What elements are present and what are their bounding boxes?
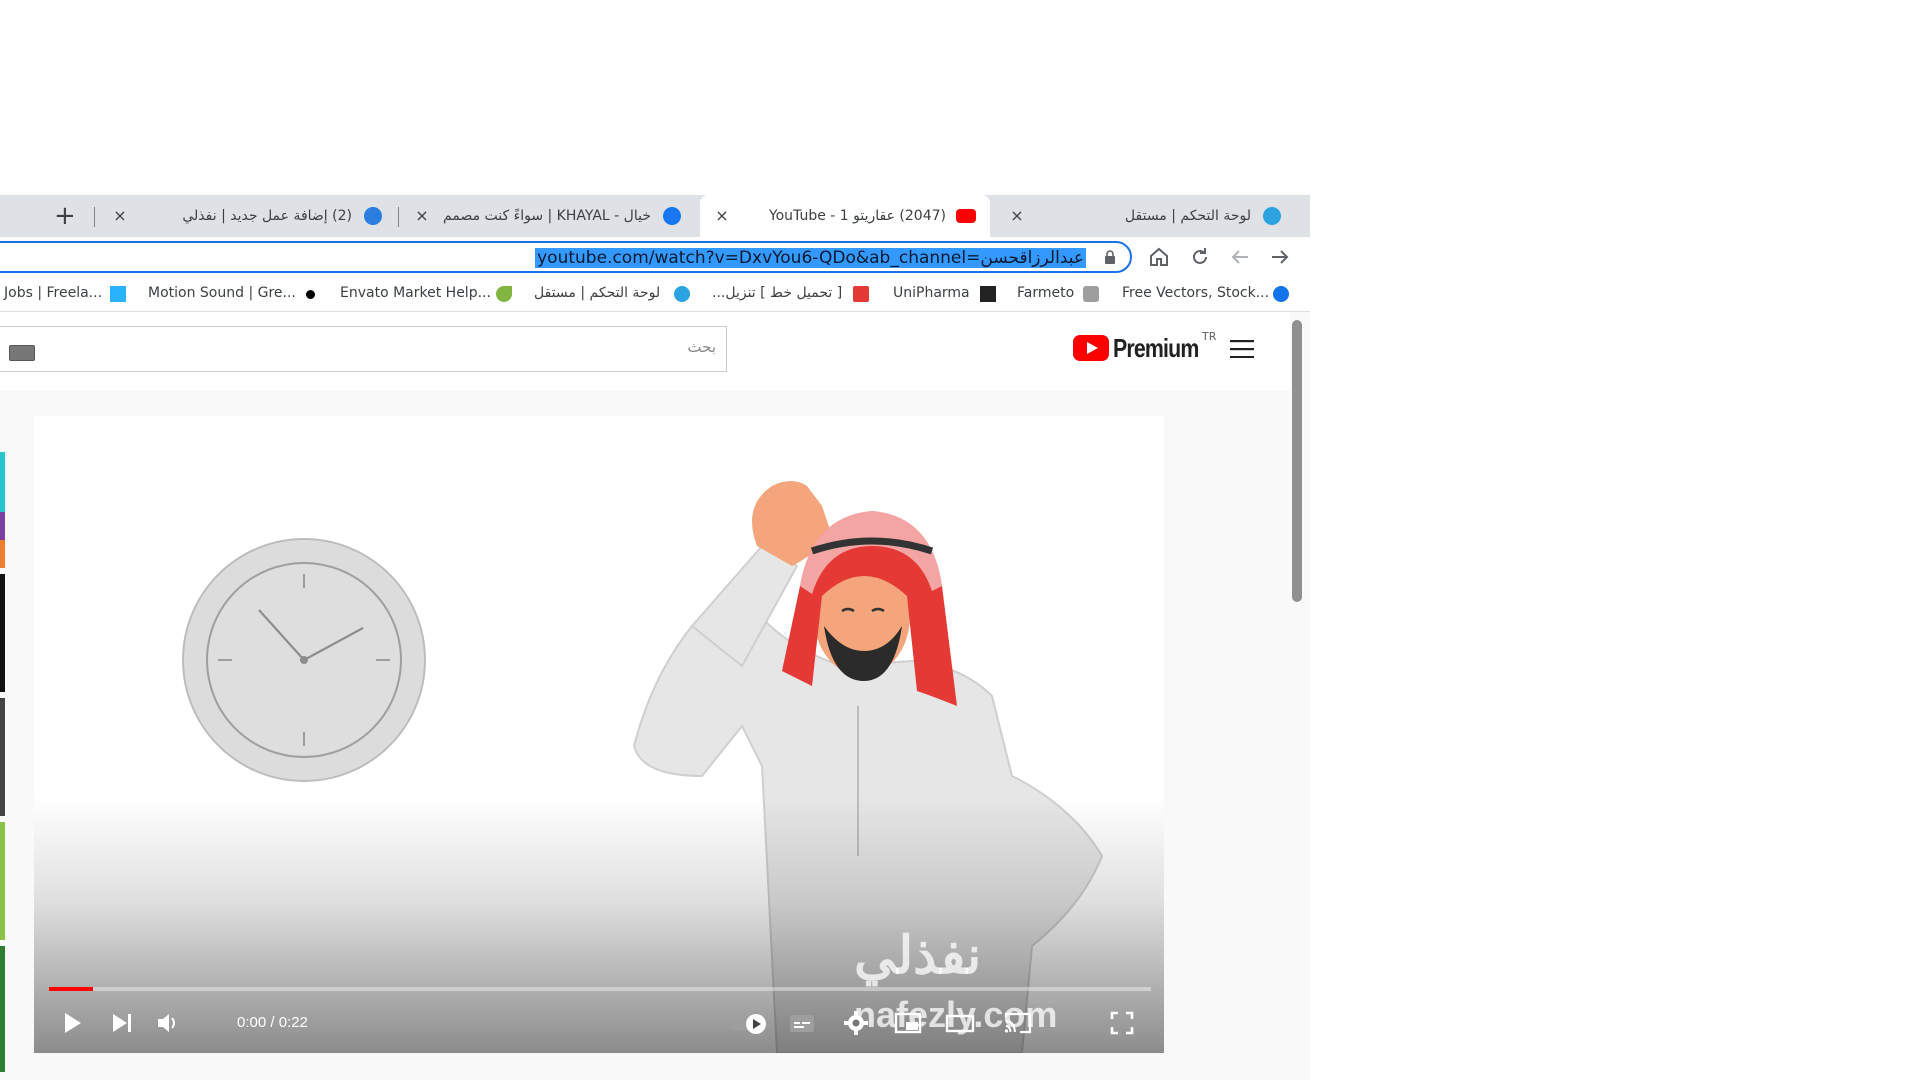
arrow-left-icon[interactable] (1228, 245, 1252, 269)
freepik-icon (1273, 286, 1289, 302)
unipharma-icon (980, 286, 996, 302)
sidebar-edge-strip (0, 452, 5, 1072)
tab-title: خيال - KHAYAL | سواءً كنت مصمم (443, 208, 651, 224)
tab-separator (94, 207, 95, 227)
facebook-icon (663, 207, 681, 225)
tab-separator (398, 207, 399, 227)
keyboard-icon[interactable] (9, 345, 35, 361)
address-bar[interactable]: youtube.com/watch?v=DxvYou6-QDo&ab_chann… (0, 241, 1132, 273)
clock-illustration (182, 538, 426, 782)
youtube-header: بحث Premium TR (0, 312, 1290, 390)
mostaql-icon (674, 286, 690, 302)
farmeto-icon (1083, 286, 1099, 302)
region-code: TR (1202, 330, 1217, 343)
mostaql-icon (1263, 207, 1281, 225)
time-display: 0:00 / 0:22 (237, 1014, 308, 1031)
page-scrollbar[interactable] (1292, 320, 1302, 602)
video-player[interactable]: نفذلي nafezly.com 0:00 / 0:22 (34, 416, 1164, 1053)
close-icon[interactable]: × (412, 206, 432, 226)
bookmark-motion-sound[interactable]: Motion Sound | Gre... (148, 285, 296, 301)
close-icon[interactable]: × (712, 206, 732, 226)
url-text[interactable]: youtube.com/watch?v=DxvYou6-QDo&ab_chann… (535, 248, 1086, 268)
youtube-premium-logo[interactable]: Premium (1073, 332, 1217, 364)
nafezly-icon (364, 207, 382, 225)
bookmarks-bar: Free Vectors, Stock... Farmeto UniPharma… (0, 277, 1310, 312)
bookmark-freelancer[interactable]: Jobs | Freela... (4, 285, 102, 301)
watermark-arabic: نفذلي (854, 927, 982, 985)
envato-icon (496, 286, 512, 302)
fullscreen-icon[interactable] (1106, 1007, 1138, 1039)
bookmark-envato[interactable]: Envato Market Help... (340, 285, 491, 301)
tab-facebook-khayal[interactable]: خيال - KHAYAL | سواءً كنت مصمم × (400, 195, 695, 237)
home-icon[interactable] (1147, 245, 1171, 269)
youtube-play-logo-icon (1073, 335, 1109, 361)
search-input[interactable]: بحث (0, 326, 727, 372)
autoplay-toggle-icon[interactable] (726, 1007, 772, 1039)
close-icon[interactable]: × (110, 206, 130, 226)
bookmark-font[interactable]: [ تحميل خط ] تنزيل... (712, 285, 842, 301)
logo-text: Premium (1113, 332, 1199, 363)
tab-title: (2) إضافة عمل جديد | نفذلي (182, 208, 352, 224)
bookmark-farmeto[interactable]: Farmeto (1017, 285, 1074, 301)
lock-icon[interactable] (1104, 250, 1116, 264)
bookmark-unipharma[interactable]: UniPharma (893, 285, 970, 301)
youtube-icon (956, 209, 976, 223)
reload-icon[interactable] (1188, 245, 1212, 269)
next-icon[interactable] (106, 1007, 138, 1039)
tab-title: (2047) عقاريتو 1 - YouTube (768, 208, 946, 224)
youtube-page: بحث Premium TR نفذلي nafezly.com 0:00 / … (0, 312, 1310, 1080)
hamburger-menu-icon[interactable] (1230, 340, 1254, 358)
tab-youtube[interactable]: (2047) عقاريتو 1 - YouTube × (700, 195, 990, 237)
browser-window: لوحة التحكم | مستقل × (2047) عقاريتو 1 -… (0, 195, 1310, 1080)
search-placeholder: بحث (687, 338, 716, 356)
dot-icon (306, 290, 315, 299)
close-icon[interactable]: × (1007, 206, 1027, 226)
tab-title: لوحة التحكم | مستقل (1124, 208, 1251, 224)
font-icon (853, 286, 869, 302)
cast-icon[interactable] (1002, 1007, 1034, 1039)
browser-toolbar: youtube.com/watch?v=DxvYou6-QDo&ab_chann… (0, 237, 1310, 277)
theater-mode-icon[interactable] (944, 1007, 976, 1039)
subtitles-icon[interactable] (786, 1007, 818, 1039)
tab-strip: لوحة التحكم | مستقل × (2047) عقاريتو 1 -… (0, 195, 1310, 237)
freelancer-icon (110, 286, 126, 302)
arrow-right-icon[interactable] (1268, 245, 1292, 269)
bookmark-mostaql[interactable]: لوحة التحكم | مستقل (534, 285, 660, 301)
play-icon[interactable] (56, 1007, 88, 1039)
tab-mostaql-dashboard[interactable]: لوحة التحكم | مستقل × (995, 195, 1295, 237)
progress-bar[interactable] (49, 987, 1151, 991)
volume-icon[interactable] (152, 1007, 184, 1039)
miniplayer-icon[interactable] (892, 1007, 924, 1039)
progress-played (49, 987, 94, 991)
new-tab-button[interactable]: + (54, 201, 76, 231)
settings-gear-icon[interactable] (840, 1007, 872, 1039)
bookmark-freepik[interactable]: Free Vectors, Stock... (1122, 285, 1269, 301)
tab-nafezly-add-work[interactable]: (2) إضافة عمل جديد | نفذلي × (98, 195, 396, 237)
